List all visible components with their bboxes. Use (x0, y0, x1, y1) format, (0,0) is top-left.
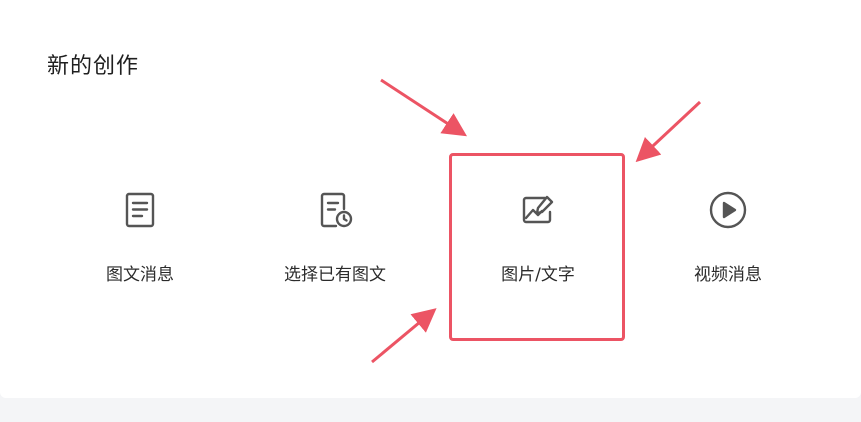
highlight-box (449, 153, 625, 341)
new-creation-card: 新的创作 图文消息 选择已有图文 图片/文字 视频消息 (0, 0, 861, 398)
section-title: 新的创作 (47, 54, 140, 79)
document-icon (120, 190, 160, 230)
option-video-message[interactable]: 视频消息 (638, 150, 818, 340)
option-label: 图文消息 (106, 265, 174, 285)
option-label: 视频消息 (694, 265, 762, 285)
option-select-existing-article[interactable]: 选择已有图文 (245, 150, 425, 340)
option-article-message[interactable]: 图文消息 (50, 150, 230, 340)
play-circle-icon (708, 190, 748, 230)
document-clock-icon (315, 190, 355, 230)
option-label: 选择已有图文 (284, 265, 386, 285)
